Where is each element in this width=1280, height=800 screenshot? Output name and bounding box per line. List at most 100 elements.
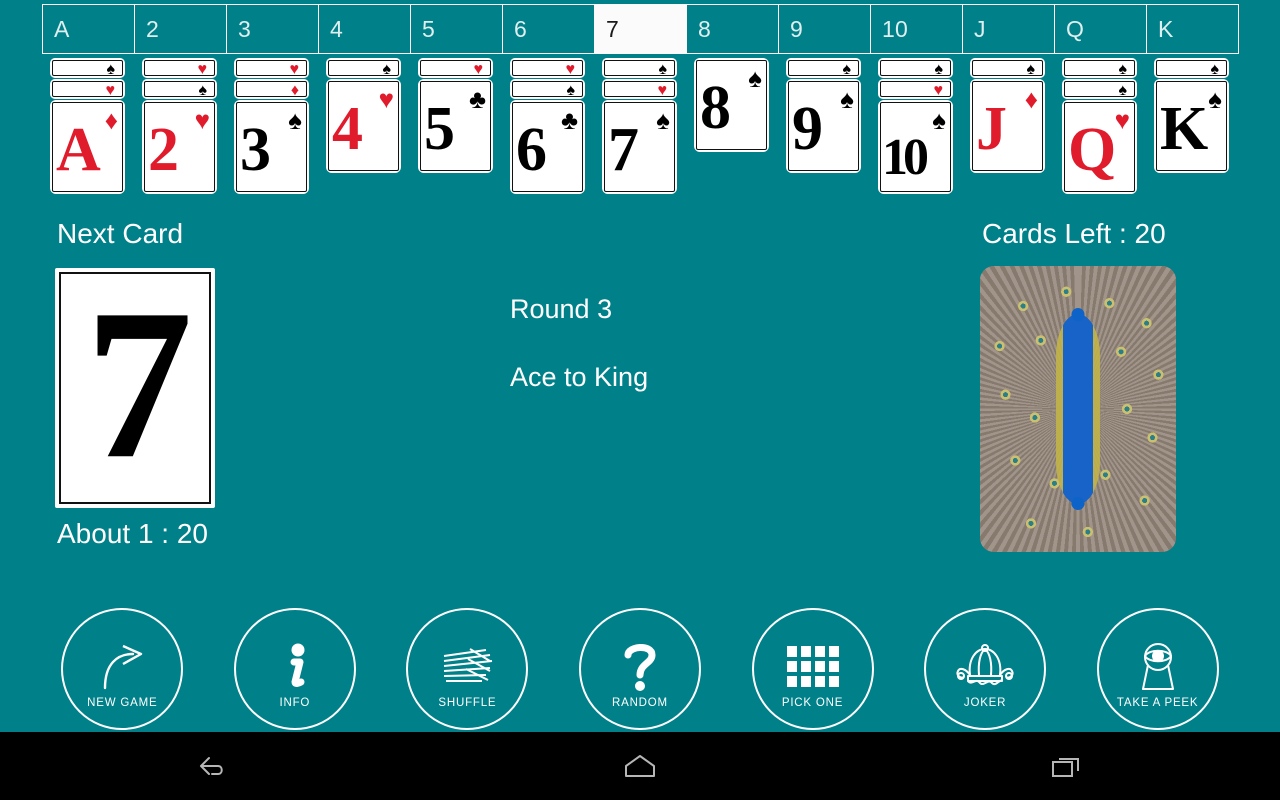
buried-card: ♠	[50, 58, 125, 78]
card-rank: 3	[240, 116, 271, 184]
deck-pile[interactable]	[980, 266, 1176, 552]
face-up-card[interactable]: A ♦	[50, 100, 125, 194]
spade-icon: ♠	[1118, 61, 1128, 78]
face-up-card-inner: 2 ♥	[144, 102, 215, 192]
face-up-card[interactable]: 7 ♠	[602, 100, 677, 194]
card-stack-10[interactable]: ♠ ♥ 10 ♠	[870, 58, 962, 194]
random-button[interactable]: RANDOM	[578, 608, 701, 730]
card-stack-inner: ♠ ♥ 10 ♠	[878, 58, 953, 194]
column-header-7[interactable]: 7	[594, 4, 687, 54]
joker-button[interactable]: JOKER	[924, 608, 1047, 730]
buried-card: ♠	[602, 58, 677, 78]
diamond-icon: ♦	[1024, 84, 1038, 114]
card-stack-inner: ♥ ♠ 2 ♥	[142, 58, 217, 194]
card-stack-8[interactable]: 8 ♠	[686, 58, 778, 174]
face-up-card[interactable]: K ♠	[1154, 79, 1229, 173]
column-header-q[interactable]: Q	[1054, 4, 1147, 54]
grid-icon	[784, 641, 842, 693]
card-stack-j[interactable]: ♠ J ♦	[962, 58, 1054, 174]
odds-label: About 1 : 20	[57, 518, 209, 549]
take-a-peek-button[interactable]: TAKE A PEEK	[1096, 608, 1219, 730]
card-rank: Q	[1068, 116, 1116, 184]
column-header-5[interactable]: 5	[410, 4, 503, 54]
buried-card-inner: ♠	[1064, 60, 1135, 78]
face-up-card[interactable]: 4 ♥	[326, 79, 401, 173]
face-up-card[interactable]: 2 ♥	[142, 100, 217, 194]
column-header-2[interactable]: 2	[134, 4, 227, 54]
buried-card: ♥	[602, 79, 677, 99]
face-up-card[interactable]: 9 ♠	[786, 79, 861, 173]
spade-icon: ♠	[1118, 82, 1128, 99]
spade-icon: ♠	[106, 61, 116, 78]
buried-card-inner: ♥	[144, 60, 215, 78]
card-stack-inner: ♠ ♠ Q ♥	[1062, 58, 1137, 194]
face-up-card[interactable]: 5 ♣	[418, 79, 493, 173]
card-stacks-row: ♠ ♥ A ♦ ♥ ♠ 2 ♥ ♥ ♦ 3 ♠ ♠ 4 ♥ ♥ 5 ♣ ♥ ♠ 6 ♣ ♠ ♥ 7 ♠ 8 ♠ ♠ 9 ♠ ♠ ♥ 10 ♠ ♠ J ♦ ♠…	[42, 58, 1238, 194]
jester-hat-icon	[956, 641, 1014, 693]
nav-back-button[interactable]	[158, 732, 268, 800]
buried-card-inner: ♦	[236, 81, 307, 99]
pick-one-button[interactable]: PICK ONE	[751, 608, 874, 730]
card-stack-4[interactable]: ♠ 4 ♥	[318, 58, 410, 174]
buried-card-inner: ♠	[972, 60, 1043, 78]
face-up-card[interactable]: 3 ♠	[234, 100, 309, 194]
column-header-label: 9	[790, 15, 803, 42]
card-stack-k[interactable]: ♠ K ♠	[1146, 58, 1238, 174]
card-stack-9[interactable]: ♠ 9 ♠	[778, 58, 870, 174]
column-header-4[interactable]: 4	[318, 4, 411, 54]
card-stack-inner: ♥ ♦ 3 ♠	[234, 58, 309, 194]
face-up-card-inner: K ♠	[1156, 81, 1227, 171]
column-header-label: J	[974, 15, 986, 42]
card-stack-7[interactable]: ♠ ♥ 7 ♠	[594, 58, 686, 194]
buried-card: ♥	[142, 58, 217, 78]
buried-card: ♥	[50, 79, 125, 99]
card-stack-6[interactable]: ♥ ♠ 6 ♣	[502, 58, 594, 194]
column-header-6[interactable]: 6	[502, 4, 595, 54]
column-header-label: 2	[146, 15, 159, 42]
column-header-j[interactable]: J	[962, 4, 1055, 54]
buried-card-inner: ♥	[880, 81, 951, 99]
new-game-button[interactable]: NEW GAME	[61, 608, 184, 730]
face-up-card[interactable]: J ♦	[970, 79, 1045, 173]
heart-icon: ♥	[1114, 105, 1130, 135]
buried-card: ♠	[878, 58, 953, 78]
column-header-8[interactable]: 8	[686, 4, 779, 54]
buried-card-inner: ♥	[420, 60, 491, 78]
spade-icon: ♠	[656, 105, 670, 135]
column-header-3[interactable]: 3	[226, 4, 319, 54]
tool-button-label: NEW GAME	[87, 697, 158, 709]
face-up-card[interactable]: 8 ♠	[694, 58, 769, 152]
column-header-k[interactable]: K	[1146, 4, 1239, 54]
info-button[interactable]: INFO	[233, 608, 356, 730]
card-stack-inner: ♠ ♥ 7 ♠	[602, 58, 677, 194]
buried-card: ♠	[1154, 58, 1229, 78]
shuffle-button[interactable]: SHUFFLE	[406, 608, 529, 730]
card-rank: 2	[148, 116, 179, 184]
buried-card-inner: ♠	[52, 60, 123, 78]
next-card-display[interactable]: 7	[55, 268, 215, 508]
club-icon: ♣	[560, 105, 578, 135]
column-header-label: 10	[882, 15, 908, 42]
card-stack-5[interactable]: ♥ 5 ♣	[410, 58, 502, 174]
heart-icon: ♥	[194, 105, 210, 135]
face-up-card[interactable]: Q ♥	[1062, 100, 1137, 194]
column-header-10[interactable]: 10	[870, 4, 963, 54]
next-card-title: Next Card	[57, 218, 184, 249]
card-stack-q[interactable]: ♠ ♠ Q ♥	[1054, 58, 1146, 194]
column-header-9[interactable]: 9	[778, 4, 871, 54]
buried-card: ♥	[510, 58, 585, 78]
nav-home-button[interactable]	[585, 732, 695, 800]
card-stack-2[interactable]: ♥ ♠ 2 ♥	[134, 58, 226, 194]
card-stack-a[interactable]: ♠ ♥ A ♦	[42, 58, 134, 194]
buried-card-inner: ♥	[604, 81, 675, 99]
face-up-card[interactable]: 6 ♣	[510, 100, 585, 194]
nav-recents-button[interactable]	[1012, 732, 1122, 800]
buried-card-inner: ♠	[788, 60, 859, 78]
column-header-a[interactable]: A	[42, 4, 135, 54]
spade-icon: ♠	[288, 105, 302, 135]
round-label: Round 3	[510, 294, 613, 324]
card-stack-3[interactable]: ♥ ♦ 3 ♠	[226, 58, 318, 194]
face-up-card[interactable]: 10 ♠	[878, 100, 953, 194]
buried-card-inner: ♠	[604, 60, 675, 78]
card-rank: 8	[700, 74, 731, 142]
